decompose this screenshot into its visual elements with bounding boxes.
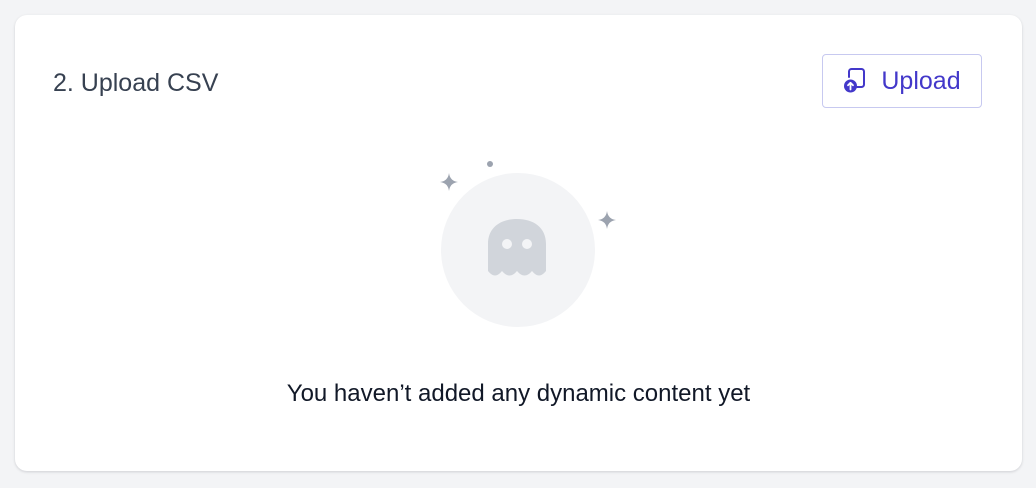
file-upload-icon <box>844 68 866 93</box>
sparkle-left-icon <box>440 173 458 191</box>
sparkle-dot-icon <box>487 161 493 167</box>
upload-button-label: Upload <box>881 67 961 95</box>
empty-state-illustration <box>440 161 616 327</box>
section-title: 2. Upload CSV <box>53 69 219 97</box>
upload-button[interactable]: Upload <box>822 54 982 108</box>
empty-state-message: You haven’t added any dynamic content ye… <box>286 380 751 407</box>
ghost-icon <box>488 219 546 276</box>
sparkle-right-icon <box>598 211 616 229</box>
upload-csv-card: 2. Upload CSV Upload You haven’t added a… <box>15 15 1022 471</box>
